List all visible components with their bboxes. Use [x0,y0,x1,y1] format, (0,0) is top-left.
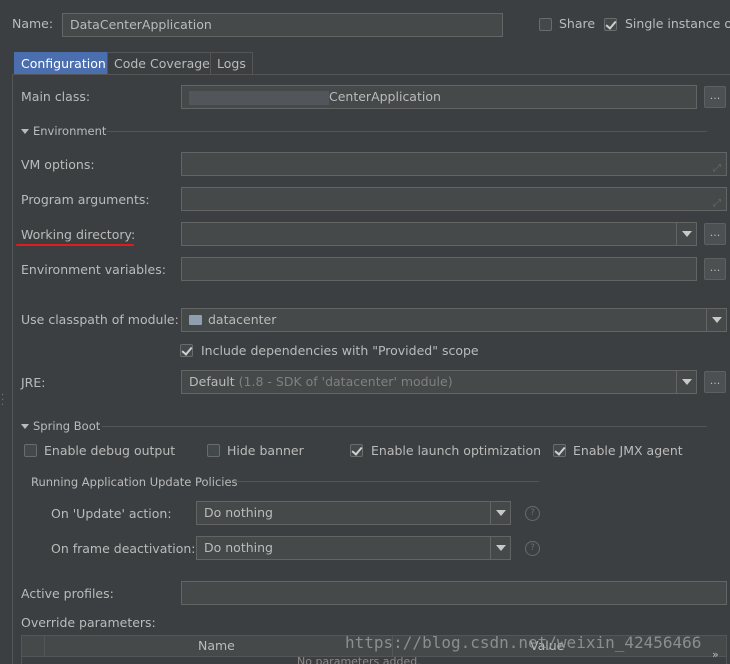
resize-grip-icon[interactable]: · · · [1,391,4,411]
main-class-label: Main class: [21,89,91,104]
chevron-down-icon[interactable] [676,223,696,245]
jre-value: Default [189,374,235,389]
chevron-down-icon[interactable] [490,537,510,559]
main-class-value: CenterApplication [329,89,441,104]
on-update-combo[interactable]: Do nothing [196,501,511,525]
include-deps-checkbox[interactable] [180,344,193,357]
chevron-down-icon[interactable] [490,502,510,524]
jmx-agent-label: Enable JMX agent [573,443,683,458]
hide-banner-label: Hide banner [227,443,304,458]
red-underline-annotation [16,244,134,246]
on-update-label: On 'Update' action: [51,506,172,521]
spring-boot-collapse-icon[interactable] [21,424,29,429]
classpath-value: datacenter [208,312,277,327]
on-update-value: Do nothing [204,505,273,520]
main-class-input[interactable]: CenterApplication [181,85,697,109]
jre-detail: (1.8 - SDK of 'datacenter' module) [238,374,453,389]
working-dir-label: Working directory: [21,227,136,242]
help-icon[interactable]: ? [525,506,540,521]
jre-label: JRE: [21,375,46,390]
working-dir-browse-button[interactable]: ... [704,223,726,245]
tab-logs[interactable]: Logs [210,52,253,74]
name-input[interactable]: DataCenterApplication [62,13,503,37]
single-instance-checkbox[interactable] [604,18,617,31]
program-args-label: Program arguments: [21,192,150,207]
spring-boot-title: Spring Boot [33,419,101,433]
watermark-text: https://blog.csdn.net/weixin_42456466 [345,633,702,652]
single-instance-label: Single instance on [625,16,730,31]
jmx-agent-checkbox[interactable] [553,444,566,457]
environment-collapse-icon[interactable] [21,129,29,134]
classpath-combo[interactable]: datacenter [181,308,727,332]
env-vars-label: Environment variables: [21,262,166,277]
active-profiles-label: Active profiles: [21,586,114,601]
main-class-browse-button[interactable]: ... [704,86,726,108]
jre-browse-button[interactable]: ... [704,371,726,393]
vm-options-input[interactable]: ⤢ [181,152,727,176]
env-vars-input[interactable] [181,257,697,281]
chevron-down-icon[interactable] [676,371,696,393]
column-name[interactable]: Name [198,638,235,653]
debug-output-checkbox[interactable] [24,444,37,457]
environment-separator [107,131,707,132]
policies-separator [234,481,539,482]
help-icon[interactable]: ? [525,541,540,556]
hide-banner-checkbox[interactable] [207,444,220,457]
table-divider [44,636,45,656]
launch-optimization-checkbox[interactable] [350,444,363,457]
share-label: Share [559,16,596,31]
name-label: Name: [12,16,54,31]
classpath-label: Use classpath of module: [21,312,179,327]
chevron-down-icon[interactable] [706,309,726,331]
include-deps-label: Include dependencies with "Provided" sco… [201,343,479,358]
debug-output-label: Enable debug output [44,443,176,458]
policies-title: Running Application Update Policies [31,475,238,489]
active-profiles-input[interactable] [181,581,727,605]
working-dir-combo[interactable] [181,222,697,246]
spring-boot-separator [102,426,707,427]
tab-code-coverage[interactable]: Code Coverage [107,52,217,74]
expand-icon[interactable]: ⤢ [713,193,721,210]
vm-options-label: VM options: [21,157,95,172]
empty-table-text: No parameters added. [297,655,421,664]
redacted-block [189,90,329,105]
env-vars-browse-button[interactable]: ... [704,258,726,280]
share-checkbox[interactable] [539,18,552,31]
tab-configuration[interactable]: Configuration [14,52,113,74]
chevron-right-icon[interactable]: » [712,648,719,661]
module-folder-icon [189,315,202,325]
jre-combo[interactable]: Default (1.8 - SDK of 'datacenter' modul… [181,370,697,394]
environment-title: Environment [33,124,107,138]
program-args-input[interactable]: ⤢ [181,187,727,211]
on-frame-label: On frame deactivation: [51,541,196,556]
launch-optimization-label: Enable launch optimization [371,443,542,458]
expand-icon[interactable]: ⤢ [713,158,721,175]
override-params-label: Override parameters: [21,615,156,630]
on-frame-value: Do nothing [204,540,273,555]
on-frame-combo[interactable]: Do nothing [196,536,511,560]
